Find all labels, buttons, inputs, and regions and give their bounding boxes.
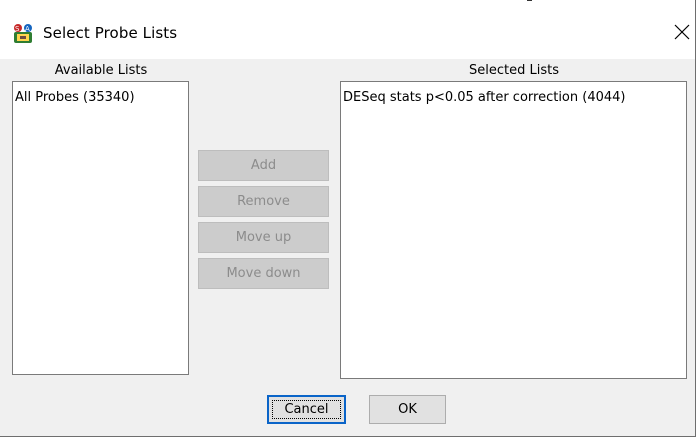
- list-item[interactable]: DESeq stats p<0.05 after correction (404…: [341, 82, 686, 105]
- select-probe-lists-dialog: S A Select Probe Lists Available Lists S…: [0, 0, 696, 437]
- close-icon[interactable]: [672, 22, 692, 42]
- title-bar-artifact: [527, 0, 532, 1]
- selected-lists-box[interactable]: DESeq stats p<0.05 after correction (404…: [340, 81, 687, 379]
- cancel-button-label: Cancel: [284, 402, 329, 417]
- add-button[interactable]: Add: [198, 150, 329, 181]
- svg-text:S: S: [15, 25, 20, 33]
- available-lists-box[interactable]: All Probes (35340): [12, 81, 189, 375]
- remove-button[interactable]: Remove: [198, 186, 329, 217]
- list-item[interactable]: All Probes (35340): [13, 82, 188, 105]
- cancel-button[interactable]: Cancel: [267, 395, 346, 424]
- seqmonk-app-icon: S A: [12, 22, 34, 44]
- available-lists-header: Available Lists: [54, 63, 148, 78]
- selected-lists-header: Selected Lists: [469, 63, 559, 78]
- move-up-button[interactable]: Move up: [198, 222, 329, 253]
- ok-button-label: OK: [398, 402, 417, 417]
- ok-button[interactable]: OK: [369, 395, 446, 424]
- svg-text:A: A: [25, 25, 30, 33]
- dialog-title: Select Probe Lists: [43, 24, 178, 42]
- move-down-button[interactable]: Move down: [198, 258, 329, 289]
- title-bar[interactable]: S A Select Probe Lists: [0, 0, 695, 59]
